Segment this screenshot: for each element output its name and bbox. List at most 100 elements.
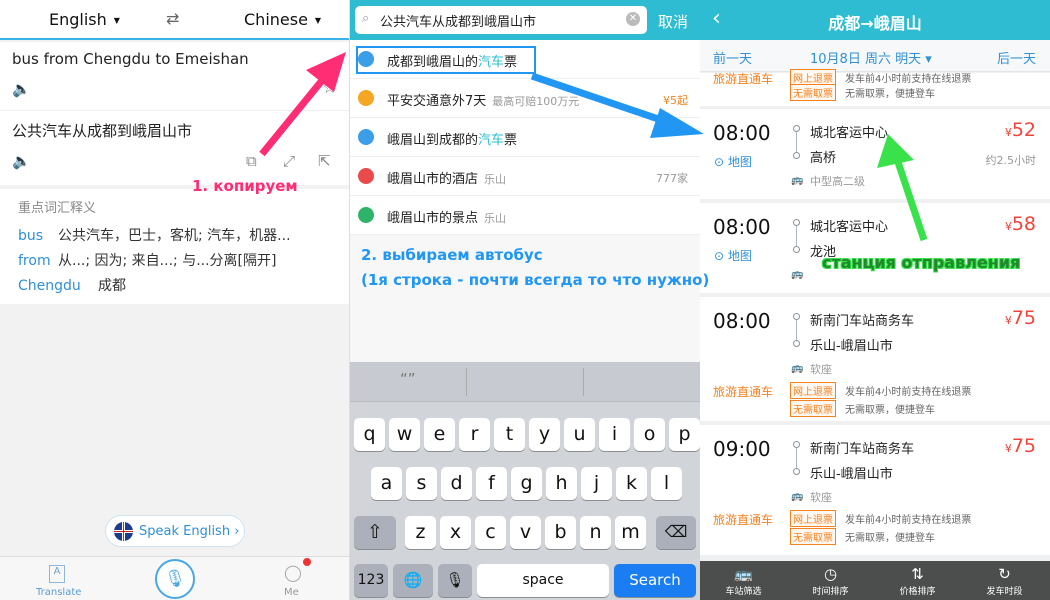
language-bar: English ▼ ⇄ Chinese ▼ xyxy=(0,0,349,40)
notification-dot xyxy=(303,558,311,566)
speaker-icon[interactable]: 🔈 xyxy=(12,80,31,98)
source-language-selector[interactable]: English ▼ xyxy=(49,10,120,29)
suggestion-item[interactable]: 峨眉山到成都的汽车票 xyxy=(350,118,700,157)
key-y[interactable]: y xyxy=(529,418,560,451)
date-selector[interactable]: 10月8日 周六 明天 ▾ xyxy=(810,48,932,67)
search-input[interactable]: ⌕ 公共汽车从成都到峨眉山市 ✕ xyxy=(355,6,647,34)
departure-station: 新南门车站商务车 xyxy=(810,442,915,457)
key-n[interactable]: n xyxy=(580,516,611,549)
speak-english-button[interactable]: Speak English › xyxy=(105,515,245,547)
fullscreen-icon[interactable]: ⤢ xyxy=(283,152,295,170)
map-link[interactable]: ⊙ 地图 xyxy=(714,247,752,264)
target-language-selector[interactable]: Chinese ▼ xyxy=(244,10,321,29)
key-g[interactable]: g xyxy=(511,467,542,500)
key-z[interactable]: z xyxy=(405,516,436,549)
no-ticket-badge: 无需取票 xyxy=(790,528,836,545)
filter-tab[interactable]: ↻ 发车时段 xyxy=(961,561,1048,597)
star-icon[interactable]: ☆ xyxy=(322,78,337,98)
suggestion-item[interactable]: 平安交通意外7天 最高可赔100万元 ¥5起 xyxy=(350,79,700,118)
key-d[interactable]: d xyxy=(441,467,472,500)
speaker-icon[interactable]: 🔈 xyxy=(12,152,31,170)
key-i[interactable]: i xyxy=(599,418,630,451)
vocab-item[interactable]: bus 公共汽车，巴士，客机; 汽车，机器... xyxy=(18,225,291,245)
filter-tab[interactable]: ◷ 时间排序 xyxy=(787,561,874,597)
prediction[interactable]: “” xyxy=(400,370,416,388)
filter-icon: ↻ xyxy=(998,565,1011,583)
trip-card[interactable]: 08:00 新南门车站商务车 乐山-峨眉山市 🚌 软座 ¥75 旅游直通车 网上退票 发车前4小… xyxy=(700,297,1050,421)
globe-icon[interactable]: 🌐 xyxy=(393,564,433,597)
key-t[interactable]: t xyxy=(494,418,525,451)
next-day-button[interactable]: 后一天 xyxy=(997,48,1036,67)
trip-card-partial[interactable]: 旅游直通车 网上退票 发车前4小时前支持在线退票 无需取票 无需取票，便捷登车 xyxy=(700,69,1050,106)
translate-tab-icon[interactable]: A xyxy=(49,565,65,583)
cancel-button[interactable]: 取消 xyxy=(658,11,688,32)
departure-station: 城北客运中心 xyxy=(810,220,889,235)
key-s[interactable]: s xyxy=(406,467,437,500)
source-text[interactable]: bus from Chengdu to Emeishan xyxy=(12,50,249,68)
suggestion-item[interactable]: 峨眉山市的酒店 乐山 777家 xyxy=(350,157,700,196)
key-b[interactable]: b xyxy=(545,516,576,549)
microphone-icon: 🎙 xyxy=(164,569,186,589)
key-o[interactable]: o xyxy=(634,418,665,451)
map-link[interactable]: ⊙ 地图 xyxy=(714,153,752,170)
space-key[interactable]: space xyxy=(477,564,609,597)
key-k[interactable]: k xyxy=(616,467,647,500)
price: ¥75 xyxy=(1004,435,1036,457)
search-key[interactable]: Search xyxy=(614,564,696,597)
divider xyxy=(0,110,349,111)
copy-icon[interactable]: ⧉ xyxy=(246,152,257,170)
highlight-box xyxy=(356,46,536,74)
key-r[interactable]: r xyxy=(459,418,490,451)
numbers-key[interactable]: 123 xyxy=(354,564,388,597)
key-j[interactable]: j xyxy=(581,467,612,500)
arrival-station: 乐山-峨眉山市 xyxy=(810,339,893,354)
annotation-choose-bus: 2. выбираем автобус xyxy=(361,246,543,264)
backspace-key[interactable]: ⌫ xyxy=(656,516,696,549)
dictation-icon[interactable]: 🎙 xyxy=(438,564,472,597)
filter-tab[interactable]: ⇅ 价格排序 xyxy=(874,561,961,597)
key-x[interactable]: x xyxy=(440,516,471,549)
key-v[interactable]: v xyxy=(510,516,541,549)
filter-tab[interactable]: 🚌 车站筛选 xyxy=(700,561,787,597)
annotation-departure-station: станция отправления xyxy=(822,253,1021,272)
trip-card[interactable]: 09:00 新南门车站商务车 乐山-峨眉山市 🚌 软座 ¥75 旅游直通车 网上退票 发车前4小… xyxy=(700,425,1050,555)
duration: 约2.5小时 xyxy=(985,154,1037,167)
key-h[interactable]: h xyxy=(546,467,577,500)
search-header: ⌕ 公共汽车从成都到峨眉山市 ✕ 取消 xyxy=(350,0,700,40)
key-w[interactable]: w xyxy=(389,418,420,451)
suggestion-item[interactable]: 峨眉山市的景点 乐山 xyxy=(350,196,700,235)
filter-icon: ⇅ xyxy=(911,565,924,583)
route-title: 成都→峨眉山 xyxy=(828,14,922,33)
key-p[interactable]: p xyxy=(669,418,700,451)
key-a[interactable]: a xyxy=(371,467,402,500)
share-icon[interactable]: ⇱ xyxy=(318,152,331,170)
annotation-copy: 1. копируем xyxy=(192,177,298,195)
clear-icon[interactable]: ✕ xyxy=(626,12,640,26)
microphone-button[interactable]: 🎙 xyxy=(155,559,195,599)
shift-key[interactable]: ⇧ xyxy=(354,516,396,549)
express-tag: 旅游直通车 xyxy=(713,513,774,527)
tab-me[interactable]: Me xyxy=(284,587,299,598)
trip-card[interactable]: 08:00 ⊙ 地图 城北客运中心 龙池 🚌 ¥58 xyxy=(700,203,1050,293)
key-f[interactable]: f xyxy=(476,467,507,500)
key-l[interactable]: l xyxy=(651,467,682,500)
vocab-item[interactable]: from 从...; 因为; 来自...; 与...分离[隔开] xyxy=(18,250,276,270)
swap-languages-icon[interactable]: ⇄ xyxy=(166,9,179,28)
key-m[interactable]: m xyxy=(615,516,646,549)
prev-day-button[interactable]: 前一天 xyxy=(713,48,752,67)
vocab-item[interactable]: Chengdu 成都 xyxy=(18,275,126,295)
bus-class: 中型高二级 xyxy=(810,175,865,188)
key-q[interactable]: q xyxy=(354,418,385,451)
key-c[interactable]: c xyxy=(475,516,506,549)
profile-icon[interactable]: ◯ xyxy=(284,563,302,582)
filter-icon: 🚌 xyxy=(734,565,753,583)
key-e[interactable]: e xyxy=(424,418,455,451)
key-u[interactable]: u xyxy=(564,418,595,451)
filter-icon: ◷ xyxy=(823,565,838,583)
departure-time: 08:00 xyxy=(713,309,771,333)
tab-translate[interactable]: Translate xyxy=(36,587,81,598)
trip-card[interactable]: 08:00 ⊙ 地图 城北客运中心 高桥 🚌 中型高二级 ¥52 约2.5小时 xyxy=(700,109,1050,199)
bus-results-app: ‹ 成都→峨眉山 前一天 10月8日 周六 明天 ▾ 后一天 旅游直通车 网上退… xyxy=(700,0,1050,600)
departure-time: 09:00 xyxy=(713,437,771,461)
uk-flag-icon xyxy=(114,522,133,541)
